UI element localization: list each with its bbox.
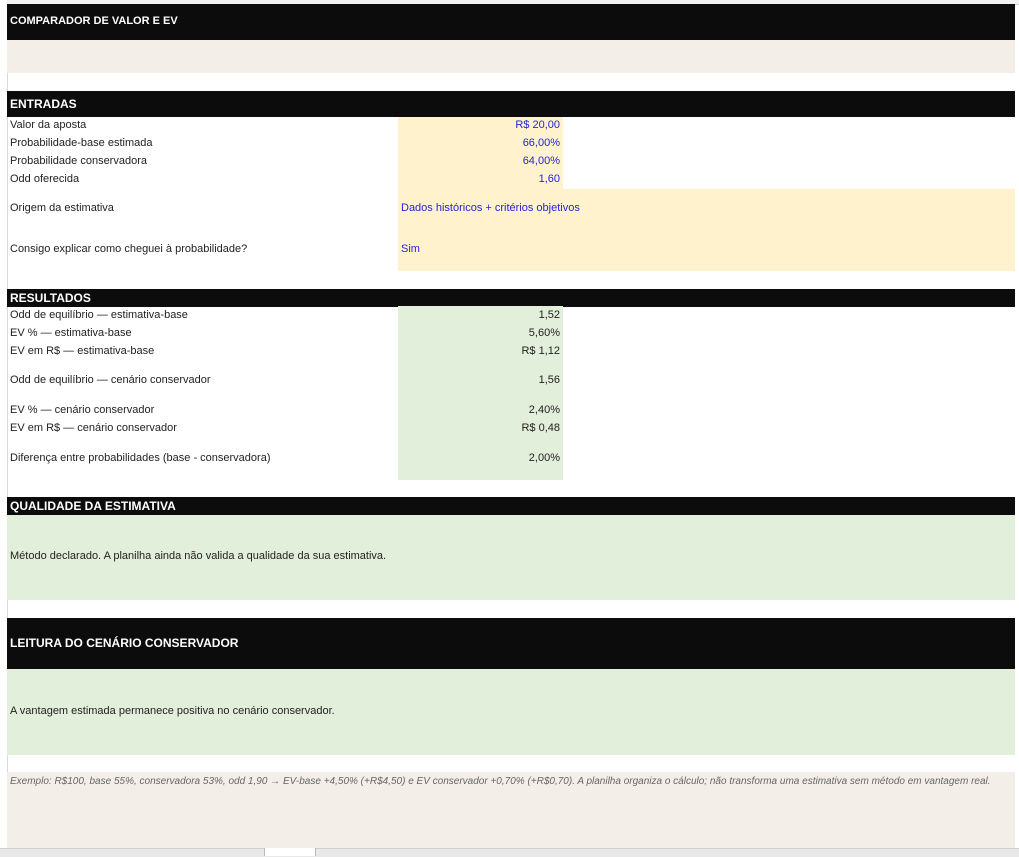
input-cell-valor[interactable]: R$ 20,00 bbox=[398, 117, 563, 135]
result-row: EV em R$ — estimativa-base R$ 1,12 bbox=[7, 343, 1015, 361]
result-cell[interactable]: R$ 1,12 bbox=[398, 343, 563, 361]
result-cell[interactable]: 1,56 bbox=[398, 372, 563, 390]
result-cell[interactable]: R$ 0,48 bbox=[398, 420, 563, 438]
entradas-header: ENTRADAS bbox=[7, 91, 1015, 117]
input-cell-prob-conservadora[interactable]: 64,00% bbox=[398, 153, 563, 171]
input-label: Probabilidade conservadora bbox=[10, 155, 147, 167]
title-spacer bbox=[7, 40, 1015, 73]
explicar-cell[interactable]: Sim bbox=[398, 230, 1015, 271]
qualidade-box: Método declarado. A planilha ainda não v… bbox=[7, 515, 1015, 600]
resultados-title: RESULTADOS bbox=[10, 291, 91, 305]
input-label: Valor da aposta bbox=[10, 119, 87, 131]
result-row: EV % — cenário conservador 2,40% bbox=[7, 402, 1015, 420]
input-cell-odd[interactable]: 1,60 bbox=[398, 171, 563, 189]
explicar-label: Consigo explicar como cheguei à probabil… bbox=[10, 243, 248, 255]
title-bar: COMPARADOR DE VALOR E EV bbox=[7, 4, 1015, 40]
qualidade-text: Método declarado. A planilha ainda não v… bbox=[10, 550, 387, 562]
result-cell[interactable]: 2,40% bbox=[398, 402, 563, 420]
result-cell[interactable]: 1,52 bbox=[398, 307, 563, 325]
leitura-box: A vantagem estimada permanece positiva n… bbox=[7, 669, 1015, 755]
leitura-title: LEITURA DO CENÁRIO CONSERVADOR bbox=[10, 636, 239, 650]
input-label: Probabilidade-base estimada bbox=[10, 137, 153, 149]
result-row: Odd de equilíbrio — estimativa-base 1,52 bbox=[7, 307, 1015, 325]
input-row-explicar: Consigo explicar como cheguei à probabil… bbox=[7, 230, 1015, 271]
input-row-origem: Origem da estimativa Dados históricos + … bbox=[7, 189, 1015, 230]
result-cell[interactable]: 5,60% bbox=[398, 325, 563, 343]
qualidade-title: QUALIDADE DA ESTIMATIVA bbox=[10, 499, 176, 513]
entradas-title: ENTRADAS bbox=[10, 97, 77, 111]
origem-label: Origem da estimativa bbox=[10, 202, 114, 214]
result-row: Diferença entre probabilidades (base - c… bbox=[7, 450, 1015, 468]
result-cell[interactable]: 2,00% bbox=[398, 450, 563, 468]
result-row: EV em R$ — cenário conservador R$ 0,48 bbox=[7, 420, 1015, 438]
leitura-text: A vantagem estimada permanece positiva n… bbox=[10, 705, 335, 717]
result-row: EV % — estimativa-base 5,60% bbox=[7, 325, 1015, 343]
input-label: Odd oferecida bbox=[10, 173, 80, 185]
page-title: COMPARADOR DE VALOR E EV bbox=[10, 15, 178, 27]
qualidade-header: QUALIDADE DA ESTIMATIVA bbox=[7, 497, 1015, 515]
resultados-header: RESULTADOS bbox=[7, 289, 1015, 307]
result-row: Odd de equilíbrio — cenário conservador … bbox=[7, 372, 1015, 390]
input-row-prob-base: Probabilidade-base estimada 66,00% bbox=[7, 135, 1015, 153]
origem-cell[interactable]: Dados históricos + critérios objetivos bbox=[398, 189, 1015, 230]
sheet-tab-active[interactable] bbox=[264, 848, 316, 856]
input-cell-prob-base[interactable]: 66,00% bbox=[398, 135, 563, 153]
exemplo-text: Exemplo: R$100, base 55%, conservadora 5… bbox=[10, 776, 991, 787]
input-row-valor: Valor da aposta R$ 20,00 bbox=[7, 117, 1015, 135]
input-row-odd: Odd oferecida 1,60 bbox=[7, 171, 1015, 189]
input-row-prob-conservadora: Probabilidade conservadora 64,00% bbox=[7, 153, 1015, 171]
leitura-header: LEITURA DO CENÁRIO CONSERVADOR bbox=[7, 618, 1015, 669]
